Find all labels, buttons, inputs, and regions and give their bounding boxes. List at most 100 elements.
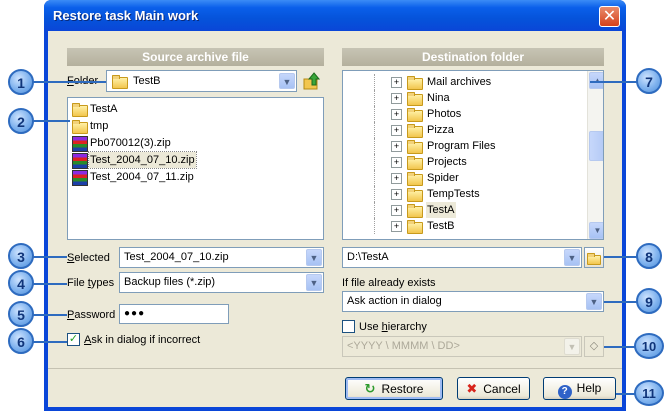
help-icon: ? <box>557 385 572 399</box>
selected-label: Selected <box>67 252 110 264</box>
list-item-label: tmp <box>90 120 109 132</box>
tree-folder-item[interactable]: + Pizza <box>343 122 583 138</box>
folder-icon <box>407 188 423 202</box>
tree-item-label: Mail archives <box>427 76 492 88</box>
file-types-value: Backup files (*.zip) <box>124 276 216 288</box>
callout-line-5 <box>32 314 67 316</box>
tree-folder-item[interactable]: + Photos <box>343 106 583 122</box>
chevron-down-icon[interactable]: ▼ <box>306 274 322 291</box>
scroll-thumb[interactable] <box>589 131 603 161</box>
folder-icon <box>407 76 423 90</box>
callout-line-6 <box>32 341 67 343</box>
folder-value: TestB <box>133 75 161 87</box>
folder-icon <box>72 103 88 117</box>
callout-line-2 <box>32 120 70 122</box>
selected-combobox[interactable]: Test_2004_07_10.zip ▼ <box>119 247 324 268</box>
callout-9: 9 <box>636 288 662 314</box>
chevron-down-icon[interactable]: ▼ <box>306 249 322 266</box>
list-item-label: Pb070012(3).zip <box>90 137 171 149</box>
zip-archive-icon <box>72 136 88 152</box>
tree-item-label: Projects <box>427 156 467 168</box>
callout-5: 5 <box>8 301 34 327</box>
chevron-down-icon[interactable]: ▼ <box>564 249 580 266</box>
window-title: Restore task Main work <box>53 8 199 23</box>
password-field[interactable]: ●●● <box>119 304 229 324</box>
expand-plus-icon[interactable]: + <box>391 189 402 200</box>
callout-2: 2 <box>8 108 34 134</box>
expand-plus-icon[interactable]: + <box>391 141 402 152</box>
format-arrows-icon: ◇ <box>589 340 599 352</box>
help-button[interactable]: ? Help <box>543 377 616 400</box>
close-button[interactable]: ✕ <box>599 6 620 27</box>
bottom-divider <box>48 368 622 369</box>
callout-4: 4 <box>8 270 34 296</box>
list-item-label: Test_2004_07_10.zip <box>88 151 197 169</box>
ask-in-dialog-checkbox[interactable]: ✓ <box>67 333 80 346</box>
folder-icon <box>407 108 423 122</box>
expand-plus-icon[interactable]: + <box>391 173 402 184</box>
hierarchy-format-button[interactable]: ◇ <box>584 336 604 357</box>
destination-folder-tree[interactable]: + Mail archives + Nina + Photos + Pizza + Program… <box>342 70 604 240</box>
expand-plus-icon[interactable]: + <box>391 157 402 168</box>
zip-archive-icon <box>72 170 88 186</box>
up-folder-icon[interactable] <box>303 71 321 91</box>
folder-icon <box>407 172 423 186</box>
tree-item-label: Pizza <box>427 124 454 136</box>
tree-folder-item[interactable]: + Mail archives <box>343 74 583 90</box>
zip-archive-icon <box>72 153 88 169</box>
hierarchy-format-combobox[interactable]: <YYYY \ MMMM \ DD> ▼ <box>342 336 582 357</box>
expand-plus-icon[interactable]: + <box>391 93 402 104</box>
chevron-down-icon[interactable]: ▼ <box>279 73 295 89</box>
use-hierarchy-label: Use hierarchy <box>359 321 427 333</box>
folder-icon <box>112 75 128 89</box>
tree-folder-item[interactable]: + Spider <box>343 170 583 186</box>
callout-1: 1 <box>8 69 34 95</box>
ask-in-dialog-label: Ask in dialog if incorrect <box>84 334 201 346</box>
tree-item-label: TempTests <box>427 188 480 200</box>
chevron-down-icon[interactable]: ▼ <box>586 293 602 310</box>
callout-line-4 <box>32 283 67 285</box>
destination-path-combobox[interactable]: D:\TestA ▼ <box>342 247 582 268</box>
selected-value: Test_2004_07_10.zip <box>124 251 229 263</box>
tree-item-label: TestA <box>426 202 456 218</box>
restore-button[interactable]: ↻ Restore <box>345 377 443 400</box>
tree-item-label: Photos <box>427 108 462 120</box>
expand-plus-icon[interactable]: + <box>391 221 402 232</box>
tree-folder-item[interactable]: + Projects <box>343 154 583 170</box>
chevron-down-icon[interactable]: ▼ <box>564 338 580 355</box>
use-hierarchy-checkbox[interactable] <box>342 320 355 333</box>
if-exists-label: If file already exists <box>342 277 436 289</box>
folder-icon <box>407 92 423 106</box>
tree-folder-item[interactable]: + TempTests <box>343 186 583 202</box>
callout-7: 7 <box>636 68 662 94</box>
if-exists-value: Ask action in dialog <box>347 295 442 307</box>
expand-plus-icon[interactable]: + <box>391 125 402 136</box>
scroll-down-icon[interactable]: ▼ <box>589 222 603 239</box>
callout-line-10 <box>604 346 636 348</box>
folder-icon <box>407 220 423 234</box>
if-exists-combobox[interactable]: Ask action in dialog ▼ <box>342 291 604 312</box>
password-label: Password <box>67 309 116 321</box>
folder-combobox[interactable]: TestB ▼ <box>106 70 297 92</box>
browse-folder-button[interactable] <box>584 247 604 268</box>
tree-scrollbar[interactable]: ▲ ▼ <box>587 71 603 239</box>
callout-10: 10 <box>634 333 664 359</box>
open-folder-icon <box>587 253 601 265</box>
tree-item-label: Spider <box>427 172 459 184</box>
expand-plus-icon[interactable]: + <box>391 205 402 216</box>
folder-icon <box>72 120 88 134</box>
tree-folder-item[interactable]: + TestB <box>343 218 583 234</box>
hierarchy-format-value: <YYYY \ MMMM \ DD> <box>347 340 460 352</box>
cancel-button[interactable]: ✖ Cancel <box>457 377 530 400</box>
source-file-list[interactable]: TestA tmp Pb070012(3).zip Test_2004_07_10.z… <box>67 97 324 240</box>
file-types-combobox[interactable]: Backup files (*.zip) ▼ <box>119 272 324 293</box>
expand-plus-icon[interactable]: + <box>391 109 402 120</box>
tree-folder-item[interactable]: + Nina <box>343 90 583 106</box>
cancel-x-icon: ✖ <box>466 381 478 396</box>
tree-item-label: TestB <box>427 220 455 232</box>
tree-folder-item[interactable]: + Program Files <box>343 138 583 154</box>
callout-8: 8 <box>636 243 662 269</box>
folder-icon <box>407 156 423 170</box>
tree-folder-item[interactable]: + TestA <box>343 202 583 218</box>
expand-plus-icon[interactable]: + <box>391 77 402 88</box>
